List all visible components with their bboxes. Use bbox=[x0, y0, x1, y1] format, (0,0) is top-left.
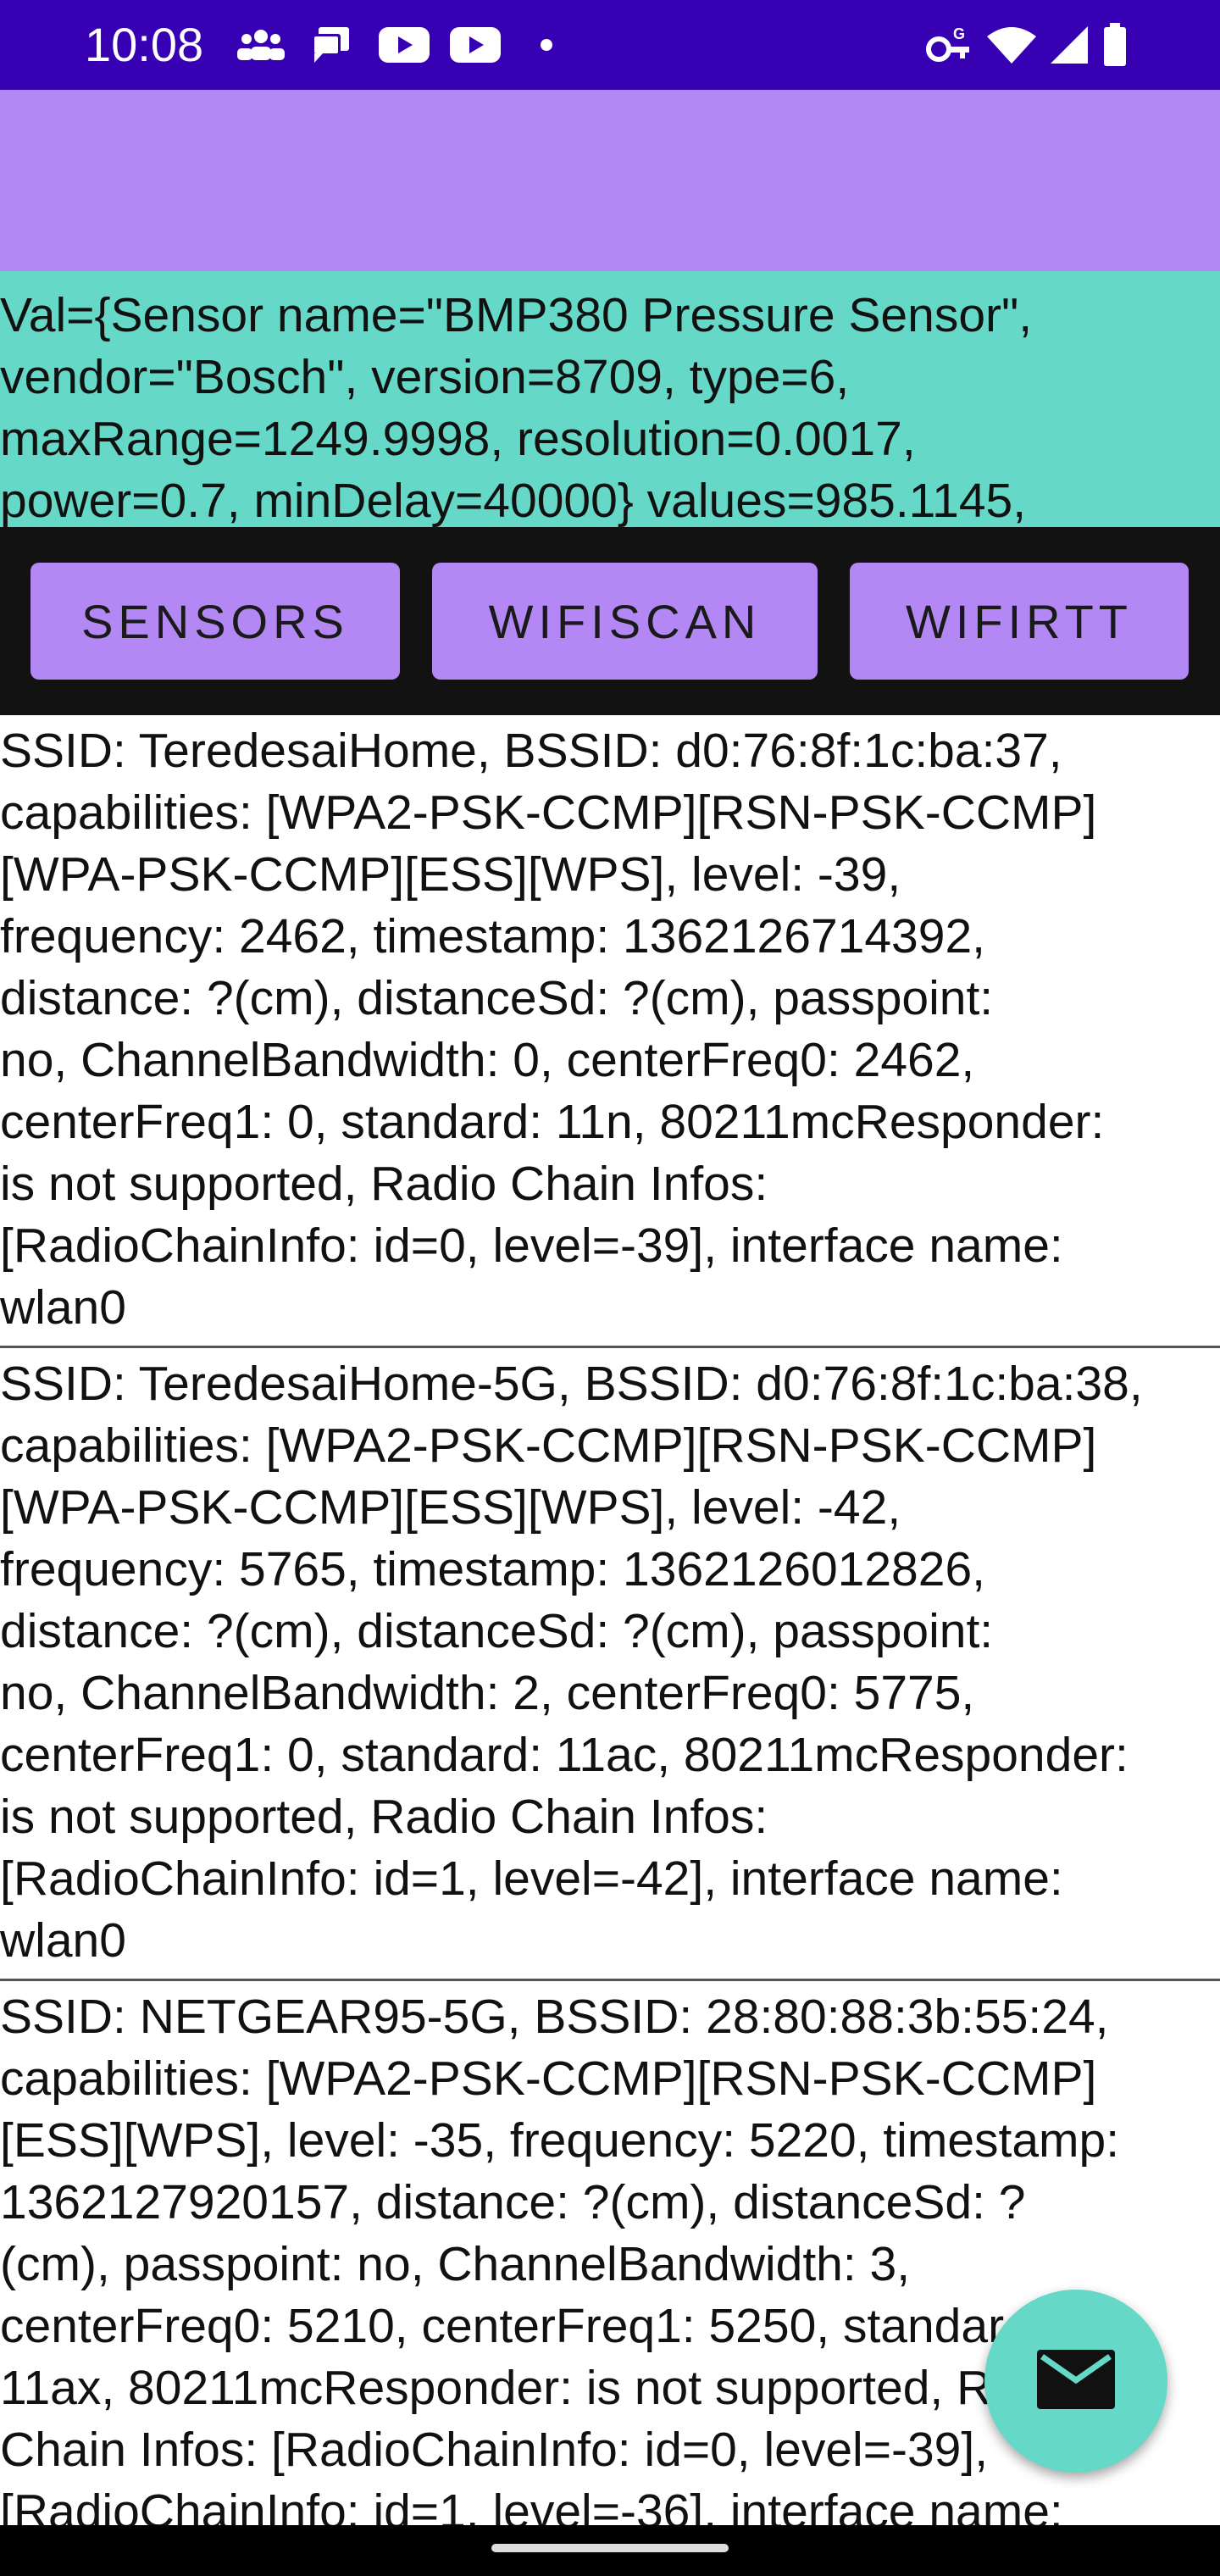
wifirtt-button[interactable]: WIFIRTT bbox=[850, 563, 1189, 680]
wifi-icon bbox=[984, 24, 1039, 66]
signal-icon bbox=[1047, 24, 1091, 66]
sensors-button[interactable]: SENSORS bbox=[30, 563, 400, 680]
email-fab-button[interactable] bbox=[984, 2290, 1167, 2473]
sensor-readout: Val={Sensor name="BMP380 Pressure Sensor… bbox=[0, 271, 1220, 527]
list-item[interactable]: SSID: TeredesaiHome-5G, BSSID: d0:76:8f:… bbox=[0, 1348, 1220, 1981]
app-bar bbox=[0, 90, 1220, 271]
home-gesture-handle[interactable] bbox=[491, 2544, 729, 2552]
vpn-key-icon: G bbox=[925, 24, 976, 66]
button-row: SENSORS WIFISCAN WIFIRTT bbox=[0, 527, 1220, 715]
youtube-icon bbox=[378, 24, 430, 66]
chat-icon bbox=[308, 24, 354, 66]
status-time: 10:08 bbox=[85, 18, 204, 71]
youtube-icon bbox=[449, 24, 502, 66]
sensor-text: Val={Sensor name="BMP380 Pressure Sensor… bbox=[0, 288, 1033, 527]
wifiscan-button[interactable]: WIFISCAN bbox=[432, 563, 818, 680]
navigation-bar bbox=[0, 2525, 1220, 2576]
status-bar: 10:08 G bbox=[0, 0, 1220, 90]
svg-text:G: G bbox=[953, 25, 965, 42]
wifi-results-list[interactable]: SSID: TeredesaiHome, BSSID: d0:76:8f:1c:… bbox=[0, 715, 1220, 2525]
group-icon bbox=[236, 24, 286, 66]
email-icon bbox=[1037, 2349, 1115, 2413]
list-item[interactable]: SSID: TeredesaiHome, BSSID: d0:76:8f:1c:… bbox=[0, 715, 1220, 1348]
battery-icon bbox=[1100, 23, 1130, 66]
dot-icon bbox=[534, 24, 559, 66]
